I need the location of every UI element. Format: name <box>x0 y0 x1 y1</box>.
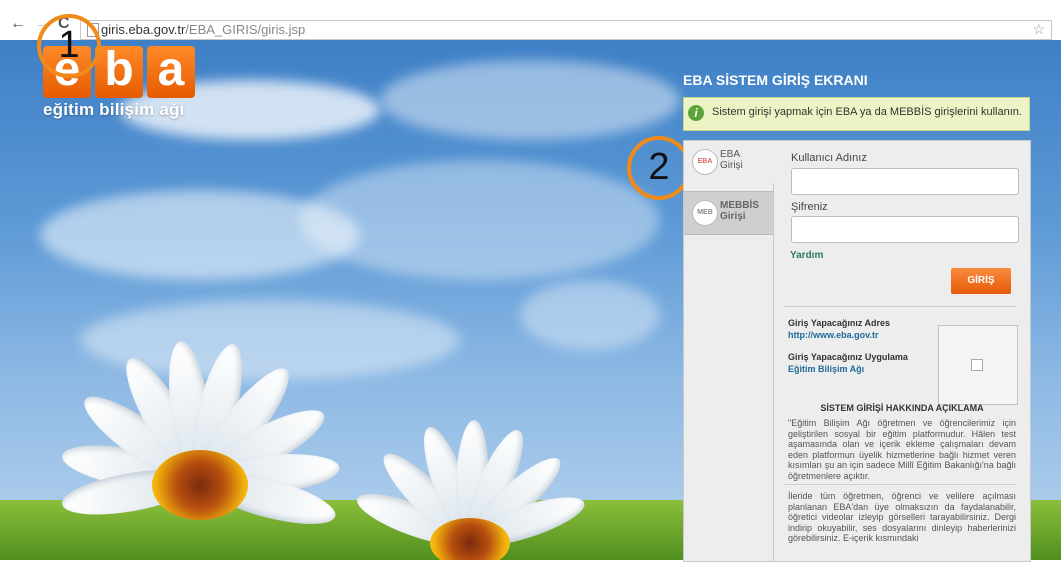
info-message: i Sistem girişi yapmak için EBA ya da ME… <box>683 97 1030 131</box>
password-label: Şifreniz <box>791 201 828 213</box>
tab-eba-login[interactable]: EBA EBA Girişi <box>684 141 773 183</box>
username-label: Kullanıcı Adınız <box>791 152 867 164</box>
tab-label-line1: EBA <box>720 149 741 160</box>
app-link[interactable]: Eğitim Bilişim Ağı <box>788 364 864 374</box>
annotation-number: 1 <box>58 24 80 66</box>
bookmark-star-icon[interactable]: ☆ <box>1032 21 1045 38</box>
divider <box>784 484 1016 485</box>
help-link[interactable]: Yardım <box>790 250 823 261</box>
tab-label-line2: Girişi <box>720 211 746 222</box>
cloud <box>300 160 660 280</box>
tab-label-line2: Girişi <box>720 160 743 171</box>
url-path: /EBA_GIRIS/giris.jsp <box>185 22 306 37</box>
login-title: EBA SİSTEM GİRİŞ EKRANI <box>683 72 868 88</box>
address-link[interactable]: http://www.eba.gov.tr <box>788 330 879 340</box>
logo-subtitle: eğitim bilişim ağı <box>43 100 185 119</box>
mebbis-tab-icon: MEB <box>692 200 718 226</box>
tab-label-line1: MEBBİS <box>720 200 759 211</box>
broken-image-icon <box>971 359 983 371</box>
browser-toolbar: ← → C giris.eba.gov.tr/EBA_GIRIS/giris.j… <box>0 0 1061 41</box>
tab-divider <box>773 183 774 561</box>
cloud <box>520 280 660 350</box>
tab-mebbis-login[interactable]: MEB MEBBİS Girişi <box>684 191 773 235</box>
flower-center <box>430 518 510 560</box>
address-label: Giriş Yapacağınız Adres <box>788 318 891 328</box>
password-input[interactable] <box>791 216 1019 243</box>
annotation-circle-2: 2 <box>627 136 691 200</box>
tab-label: EBA Girişi <box>720 149 743 171</box>
info-text: Sistem girişi yapmak için EBA ya da MEBB… <box>712 106 1022 118</box>
eba-tab-icon: EBA <box>692 149 718 175</box>
logo-letter: b <box>95 46 143 98</box>
annotation-number: 2 <box>648 146 670 188</box>
url-host: giris.eba.gov.tr <box>101 22 186 37</box>
address-bar[interactable]: giris.eba.gov.tr/EBA_GIRIS/giris.jsp ☆ <box>80 20 1052 40</box>
info-icon: i <box>688 105 704 121</box>
description-title: SİSTEM GİRİŞİ HAKKINDA AÇIKLAMA <box>820 403 984 413</box>
app-image <box>938 325 1018 405</box>
flower-center <box>152 450 248 520</box>
cloud <box>380 60 680 140</box>
description-paragraph-2: İleride tüm öğretmen, öğrenci ve veliler… <box>788 491 1016 543</box>
logo-letter: a <box>147 46 195 98</box>
url-text: giris.eba.gov.tr/EBA_GIRIS/giris.jsp <box>101 22 305 37</box>
back-arrow-icon[interactable]: ← <box>10 16 26 32</box>
login-button[interactable]: GİRİŞ <box>951 268 1011 294</box>
description-paragraph-1: "Eğitim Bilişim Ağı öğretmen ve öğrencil… <box>788 418 1016 481</box>
divider <box>784 306 1016 307</box>
username-input[interactable] <box>791 168 1019 195</box>
app-label: Giriş Yapacağınız Uygulama <box>788 352 908 362</box>
login-panel: EBA EBA Girişi MEB MEBBİS Girişi Kullanıcı… <box>683 140 1031 562</box>
tab-label: MEBBİS Girişi <box>720 200 759 222</box>
annotation-circle-1: 1 <box>37 14 101 78</box>
